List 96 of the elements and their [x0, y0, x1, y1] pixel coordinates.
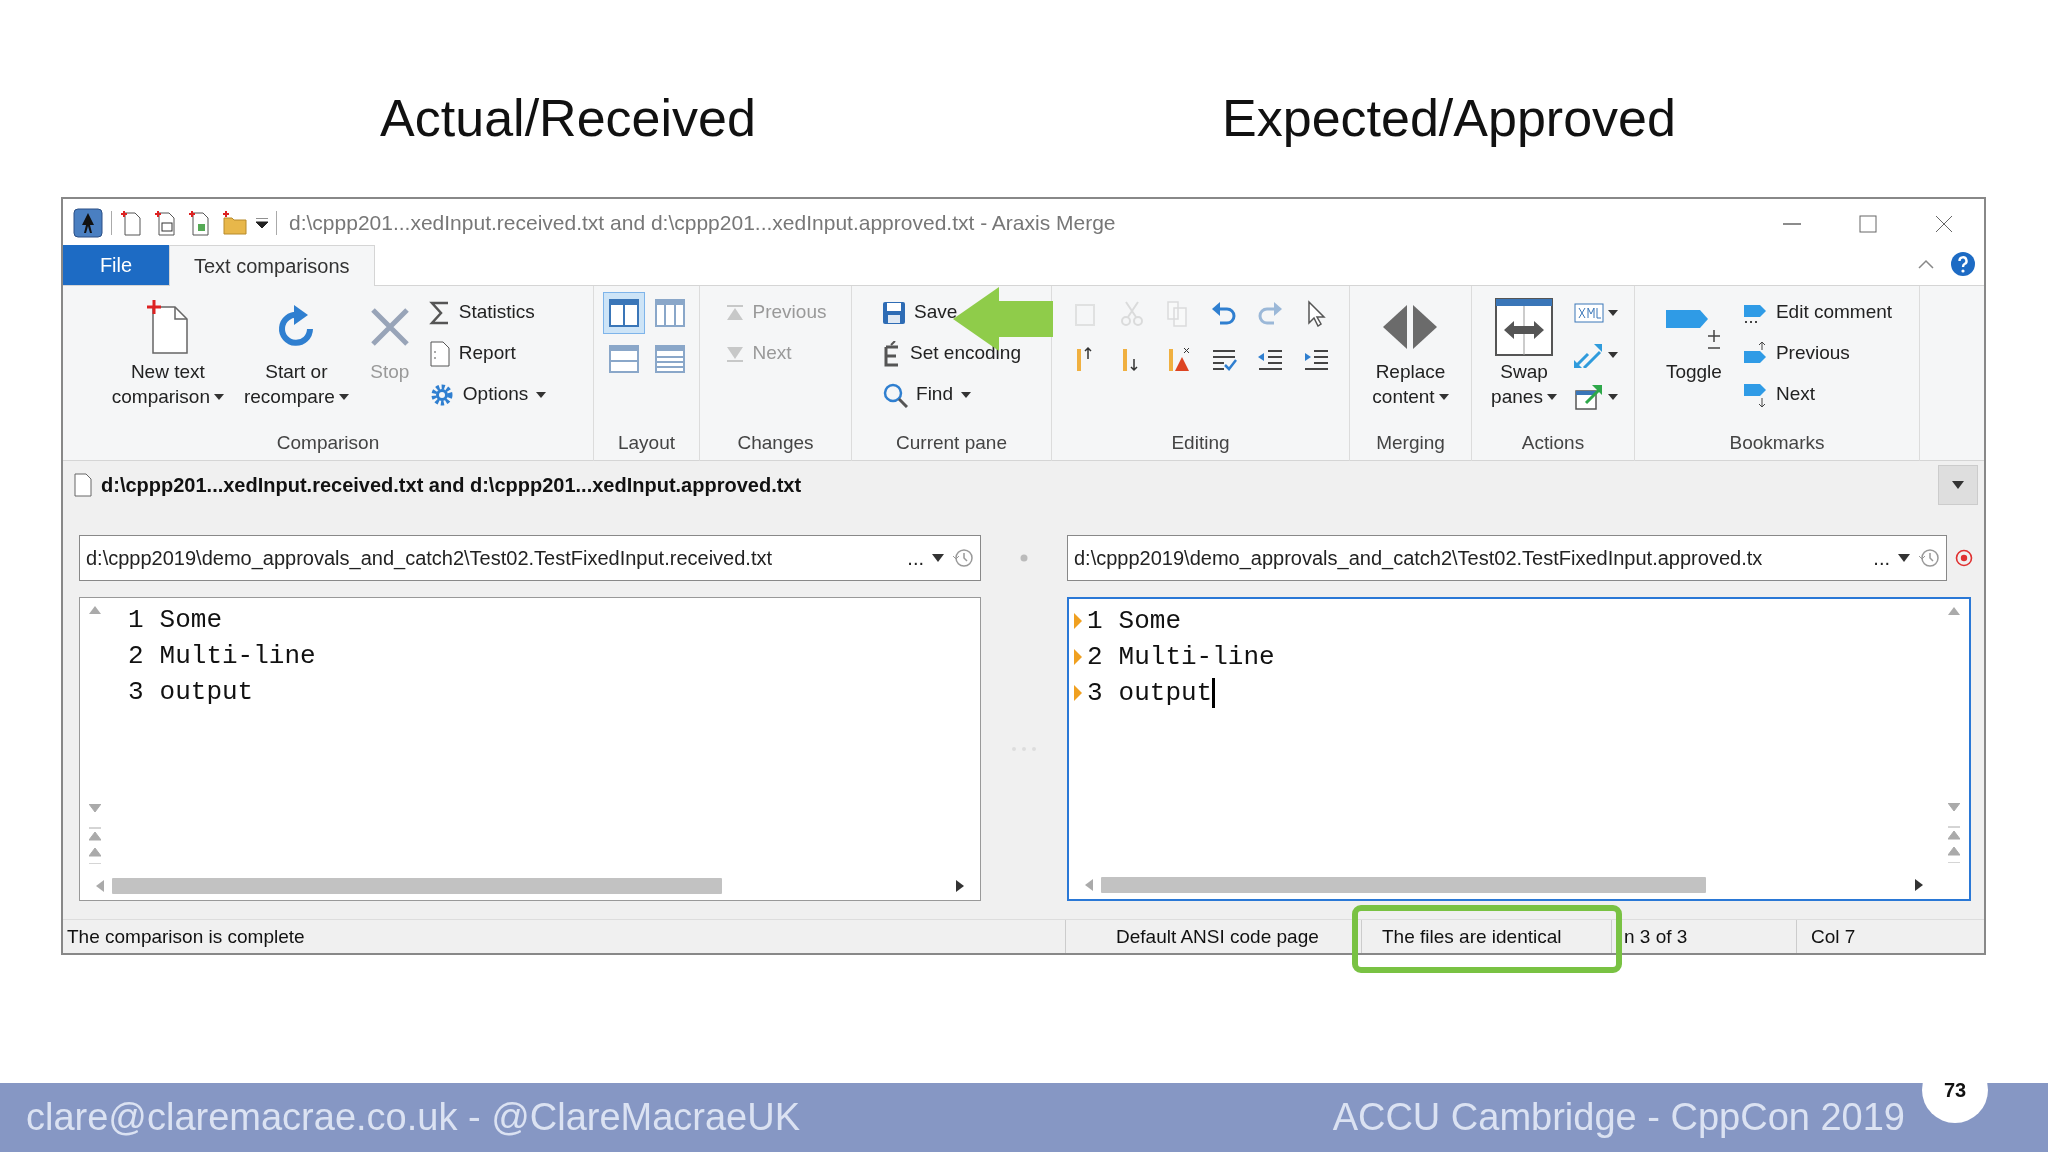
footer-text: ACCU Cambridge - CppCon 2019 [1332, 1095, 1905, 1140]
line-number: 3 [128, 676, 144, 710]
group-label: Bookmarks [1728, 431, 1826, 456]
group-label: Actions [1520, 431, 1586, 456]
group-label: Current pane [895, 431, 1008, 456]
dropdown-icon[interactable] [932, 554, 944, 563]
text-pane[interactable]: 1 Some 2 Multi-line 3 output [1067, 597, 1971, 902]
status-text: The files are identical [1382, 926, 1562, 947]
line-number: 1 [128, 604, 144, 638]
close-icon [1935, 215, 1953, 234]
save-icon [882, 300, 907, 325]
text-pane[interactable]: 1 Some 2 Multi-line 3 output [79, 597, 981, 902]
line-number: 3 [1087, 677, 1103, 711]
scroll-arrows-icon[interactable] [1948, 803, 1960, 864]
ribbon-button[interactable]: Options [424, 374, 551, 416]
scroll-right-icon[interactable] [956, 880, 964, 893]
scroll-up-icon[interactable] [1948, 607, 1960, 616]
scroll-arrows-icon[interactable] [89, 804, 101, 865]
export-icon [1573, 383, 1604, 412]
ribbon-button[interactable]: Save [878, 292, 962, 334]
ribbon-button[interactable]: Next [1737, 374, 1819, 416]
bookmark-icon [1741, 381, 1768, 408]
layout-icon [653, 297, 686, 330]
line-number: 2 [128, 640, 144, 674]
line-number: 2 [1087, 641, 1103, 675]
previous-change-icon [724, 303, 745, 322]
ribbon-button[interactable]: Previous [1737, 333, 1854, 375]
dropdown-icon[interactable] [256, 217, 268, 228]
ribbon-button[interactable]: Toggle [1657, 292, 1730, 416]
history-icon[interactable] [1918, 547, 1940, 570]
text-cursor [1212, 678, 1216, 709]
slide-heading: Actual/Received [379, 88, 757, 149]
scroll-right-icon[interactable] [1915, 879, 1923, 892]
arrows-icon [1573, 342, 1604, 369]
new-document-icon [144, 299, 191, 356]
scroll-left-icon[interactable] [1085, 879, 1093, 892]
ribbon-button[interactable]: Statistics [424, 292, 539, 334]
more-button[interactable]: ... [1873, 543, 1890, 574]
code-line: output [159, 676, 254, 710]
document-icon [73, 473, 93, 498]
code-line: Some [159, 604, 223, 638]
status-text: n 3 of 3 [1624, 926, 1688, 947]
search-icon [882, 381, 909, 408]
ribbon-button[interactable]: Swap panes [1485, 292, 1563, 419]
next-change-icon [724, 344, 745, 363]
toolbar-button[interactable] [602, 292, 645, 335]
status-text: Col 7 [1811, 926, 1856, 947]
group-label: Comparison [275, 431, 381, 456]
file-menu-button[interactable]: File [63, 245, 169, 286]
dot-icon [1020, 554, 1028, 563]
window-title: d:\cppp201...xedInput.received.txt and d:\cppp201...xedInput.approved.txt - Araxis Merge [289, 209, 1116, 236]
code-line: output [1118, 677, 1213, 711]
minimize-icon [1783, 223, 1801, 226]
ribbon-button[interactable]: Report [424, 333, 520, 375]
sigma-icon [428, 300, 451, 325]
xml-icon [1573, 303, 1604, 324]
scroll-up-icon[interactable] [89, 606, 101, 615]
footer-text: clare@claremacrae.co.uk - @ClareMacraeUK [26, 1095, 801, 1140]
slide-heading: Expected/Approved [1221, 88, 1677, 149]
group-label: Merging [1375, 431, 1446, 456]
ribbon-button[interactable]: Find [878, 374, 975, 416]
code-line: Multi-line [159, 640, 316, 674]
dropdown-button[interactable] [1938, 465, 1978, 506]
history-icon[interactable] [952, 547, 974, 570]
code-line: Some [1118, 605, 1182, 639]
ribbon-tab[interactable]: Text comparisons [169, 245, 375, 287]
comparison-title: d:\cppp201...xedInput.received.txt and d:\cppp201...xedInput.approved.txt [101, 473, 802, 499]
ribbon-button[interactable]: New text comparison [105, 292, 230, 416]
ribbon-button[interactable]: Set encoding [878, 333, 1025, 375]
more-button[interactable]: ... [907, 543, 924, 574]
status-text: Default ANSI code page [1116, 926, 1319, 947]
swap-panes-icon [1494, 297, 1554, 358]
layout-icon [607, 343, 640, 376]
scroll-left-icon[interactable] [96, 880, 104, 893]
ribbon-button[interactable]: Replace content [1366, 292, 1455, 412]
stop-icon[interactable] [1955, 549, 1973, 568]
group-label: Layout [616, 431, 676, 456]
file-path-field[interactable]: d:\cppp2019\demo_approvals_and_catch2\Test02.TestFixedInput.received.txt ... [79, 535, 981, 582]
collapse-icon[interactable] [1918, 259, 1934, 270]
document-icon [428, 340, 451, 367]
line-number: 1 [1087, 605, 1103, 639]
file-path-field[interactable]: d:\cppp2019\demo_approvals_and_catch2\Test02.TestFixedInput.approved.tx ... [1067, 535, 1947, 582]
help-icon[interactable] [1950, 251, 1976, 278]
folder-icon[interactable] [222, 209, 248, 236]
ribbon-button[interactable]: Edit comment [1737, 292, 1897, 334]
status-text: The comparison is complete [67, 926, 305, 947]
code-line: Multi-line [1118, 641, 1275, 675]
group-label: Changes [736, 431, 815, 456]
dropdown-icon[interactable] [1898, 554, 1910, 563]
layout-icon [653, 343, 686, 376]
group-label: Editing [1170, 431, 1231, 456]
layout-icon [607, 297, 640, 330]
maximize-icon [1859, 215, 1877, 234]
app-icon [73, 207, 103, 238]
ribbon-button[interactable]: Start or recompare [237, 292, 355, 416]
caret-icon [1952, 481, 1964, 490]
